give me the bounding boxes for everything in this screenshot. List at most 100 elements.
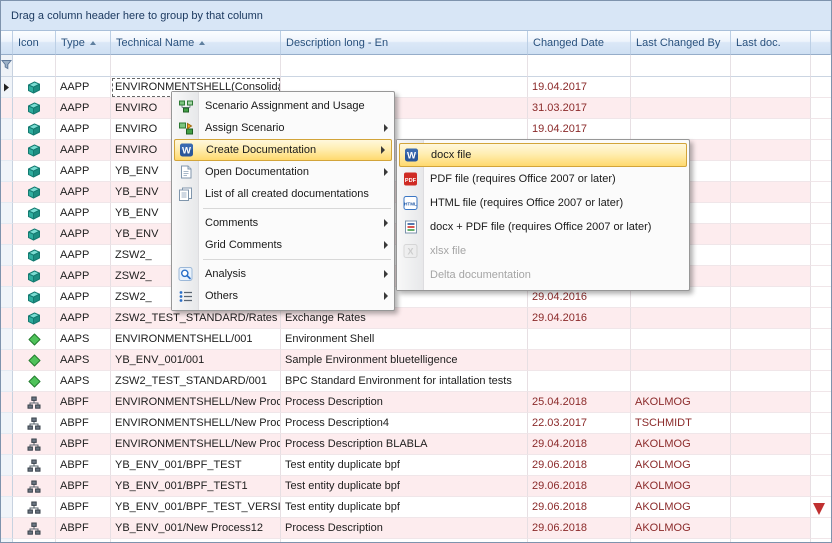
cell-last-doc[interactable] <box>731 98 811 119</box>
cell-last-changed-by[interactable] <box>631 308 731 329</box>
cell-technical-name[interactable]: YB_ENV_001/BPF_TEST1 <box>111 476 281 497</box>
cell-type[interactable]: AAPP <box>56 77 111 98</box>
cell-description[interactable] <box>281 539 528 542</box>
cell-changed-date[interactable]: 29.04.2016 <box>528 308 631 329</box>
cell-last-changed-by[interactable]: AKOLMOG <box>631 518 731 539</box>
cell-technical-name[interactable] <box>111 539 281 542</box>
menu-item-grid-comments[interactable]: Grid Comments <box>172 234 394 256</box>
cell-changed-date[interactable]: 29.06.2018 <box>528 518 631 539</box>
column-header-description[interactable]: Description long - En <box>281 31 528 55</box>
cell-icon[interactable] <box>13 287 56 308</box>
cell-icon[interactable] <box>13 266 56 287</box>
table-row[interactable]: ABPFENVIRONMENTSHELL/New Proc...Process … <box>1 413 831 434</box>
table-row[interactable]: ABPFENVIRONMENTSHELL/New Proc...Process … <box>1 434 831 455</box>
cell-type[interactable]: AAPP <box>56 266 111 287</box>
cell-last-doc[interactable] <box>731 77 811 98</box>
column-header-last-changed-by[interactable]: Last Changed By <box>631 31 731 55</box>
cell-icon[interactable] <box>13 182 56 203</box>
cell-changed-date[interactable] <box>528 539 631 542</box>
cell-changed-date[interactable]: 25.04.2018 <box>528 392 631 413</box>
cell-technical-name[interactable]: ENVIRONMENTSHELL/New Proc... <box>111 413 281 434</box>
cell-changed-date[interactable] <box>528 350 631 371</box>
cell-icon[interactable] <box>13 476 56 497</box>
menu-item-pdf-file-requires-office-2007-or-later[interactable]: PDFPDF file (requires Office 2007 or lat… <box>397 167 689 191</box>
menu-item-assign-scenario[interactable]: Assign Scenario <box>172 117 394 139</box>
cell-icon[interactable] <box>13 224 56 245</box>
table-row[interactable]: ABPF <box>1 539 831 542</box>
cell-icon[interactable] <box>13 518 56 539</box>
cell-description[interactable]: Test entity duplicate bpf <box>281 497 528 518</box>
cell-description[interactable]: BPC Standard Environment for intallation… <box>281 371 528 392</box>
cell-last-changed-by[interactable] <box>631 539 731 542</box>
cell-description[interactable]: Process Description <box>281 518 528 539</box>
column-header-technical-name[interactable]: Technical Name <box>111 31 281 55</box>
table-row[interactable]: ABPFYB_ENV_001/New Process12Process Desc… <box>1 518 831 539</box>
cell-last-doc[interactable] <box>731 119 811 140</box>
table-row[interactable]: AAPPENVIRONMENTSHELL(Consolidat19.04.201… <box>1 77 831 98</box>
cell-last-doc[interactable] <box>731 287 811 308</box>
cell-icon[interactable] <box>13 119 56 140</box>
cell-last-changed-by[interactable] <box>631 371 731 392</box>
cell-description[interactable]: Environment Shell <box>281 329 528 350</box>
cell-last-doc[interactable] <box>731 518 811 539</box>
menu-item-docx-file[interactable]: Wdocx file <box>399 143 687 167</box>
cell-icon[interactable] <box>13 308 56 329</box>
cell-type[interactable]: AAPP <box>56 161 111 182</box>
cell-icon[interactable] <box>13 455 56 476</box>
filter-cell-type[interactable] <box>56 55 111 77</box>
cell-technical-name[interactable]: ENVIRONMENTSHELL/001 <box>111 329 281 350</box>
menu-item-comments[interactable]: Comments <box>172 212 394 234</box>
menu-item-list-of-all-created-documentations[interactable]: List of all created documentations <box>172 183 394 205</box>
group-by-panel[interactable]: Drag a column header here to group by th… <box>1 1 831 31</box>
cell-icon[interactable] <box>13 203 56 224</box>
cell-last-doc[interactable] <box>731 203 811 224</box>
cell-last-changed-by[interactable]: AKOLMOG <box>631 476 731 497</box>
cell-changed-date[interactable] <box>528 371 631 392</box>
cell-technical-name[interactable]: YB_ENV_001/001 <box>111 350 281 371</box>
cell-icon[interactable] <box>13 350 56 371</box>
cell-changed-date[interactable]: 29.06.2018 <box>528 455 631 476</box>
cell-last-doc[interactable] <box>731 392 811 413</box>
cell-last-doc[interactable] <box>731 161 811 182</box>
cell-technical-name[interactable]: ENVIRONMENTSHELL/New Proc... <box>111 434 281 455</box>
cell-last-doc[interactable] <box>731 497 811 518</box>
cell-type[interactable]: AAPS <box>56 371 111 392</box>
table-row[interactable]: ABPFYB_ENV_001/BPF_TEST_VERSIONTest enti… <box>1 497 831 518</box>
filter-cell-changed-date[interactable] <box>528 55 631 77</box>
cell-icon[interactable] <box>13 329 56 350</box>
cell-last-doc[interactable] <box>731 140 811 161</box>
menu-item-xlsx-file[interactable]: Xxlsx file <box>397 239 689 263</box>
cell-last-doc[interactable] <box>731 371 811 392</box>
cell-icon[interactable] <box>13 392 56 413</box>
cell-type[interactable]: AAPS <box>56 329 111 350</box>
cell-type[interactable]: ABPF <box>56 539 111 542</box>
cell-description[interactable]: Sample Environment bluetelligence <box>281 350 528 371</box>
cell-changed-date[interactable]: 29.04.2018 <box>528 434 631 455</box>
cell-description[interactable]: Exchange Rates <box>281 308 528 329</box>
cell-type[interactable]: AAPP <box>56 287 111 308</box>
cell-last-changed-by[interactable] <box>631 329 731 350</box>
cell-last-doc[interactable] <box>731 266 811 287</box>
cell-type[interactable]: AAPP <box>56 119 111 140</box>
table-row[interactable]: AAPSYB_ENV_001/001Sample Environment blu… <box>1 350 831 371</box>
cell-icon[interactable] <box>13 497 56 518</box>
table-row[interactable]: AAPSZSW2_TEST_STANDARD/001BPC Standard E… <box>1 371 831 392</box>
cell-description[interactable]: Process Description <box>281 392 528 413</box>
cell-type[interactable]: AAPP <box>56 308 111 329</box>
cell-changed-date[interactable]: 29.06.2018 <box>528 497 631 518</box>
cell-type[interactable]: AAPS <box>56 350 111 371</box>
cell-type[interactable]: ABPF <box>56 392 111 413</box>
cell-icon[interactable] <box>13 245 56 266</box>
cell-technical-name[interactable]: YB_ENV_001/BPF_TEST <box>111 455 281 476</box>
cell-type[interactable]: AAPP <box>56 140 111 161</box>
table-row[interactable]: AAPSENVIRONMENTSHELL/001Environment Shel… <box>1 329 831 350</box>
column-header-type[interactable]: Type <box>56 31 111 55</box>
menu-item-delta-documentation[interactable]: Delta documentation <box>397 263 689 287</box>
table-row[interactable]: ABPFENVIRONMENTSHELL/New Proc...Process … <box>1 392 831 413</box>
cell-last-doc[interactable] <box>731 308 811 329</box>
cell-type[interactable]: AAPP <box>56 98 111 119</box>
menu-item-docx-pdf-file-requires-office-2007-or-later[interactable]: docx + PDF file (requires Office 2007 or… <box>397 215 689 239</box>
cell-type[interactable]: AAPP <box>56 224 111 245</box>
cell-last-doc[interactable] <box>731 182 811 203</box>
filter-cell-last-changed-by[interactable] <box>631 55 731 77</box>
